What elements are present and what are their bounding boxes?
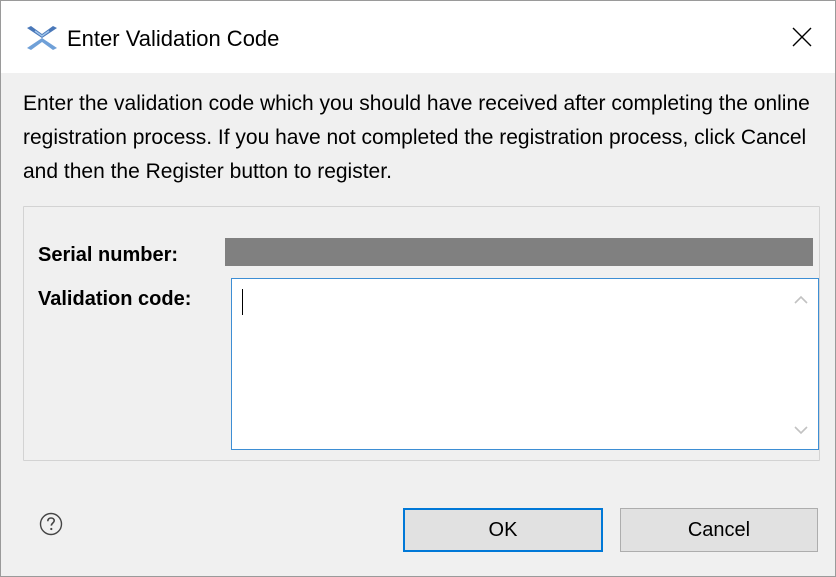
text-cursor [242, 289, 243, 315]
title-bar: Enter Validation Code [1, 1, 835, 73]
validation-code-label: Validation code: [38, 288, 192, 310]
serial-number-value [225, 238, 813, 266]
instructions-text: Enter the validation code which you shou… [23, 92, 810, 183]
vertical-scrollbar[interactable] [784, 279, 818, 449]
ok-button[interactable]: OK [403, 508, 603, 552]
cancel-button[interactable]: Cancel [620, 508, 818, 552]
validation-code-field[interactable] [231, 278, 819, 450]
close-icon [792, 27, 812, 47]
validation-dialog: Enter Validation Code Enter the validati… [0, 0, 836, 577]
serial-number-label: Serial number: [38, 244, 179, 266]
dialog-title: Enter Validation Code [67, 26, 280, 51]
scroll-down-icon[interactable] [794, 423, 808, 437]
scroll-up-icon[interactable] [794, 293, 808, 307]
app-icon [27, 26, 57, 50]
help-icon[interactable] [39, 512, 63, 536]
validation-code-input[interactable] [232, 279, 778, 449]
close-button[interactable] [769, 1, 835, 73]
